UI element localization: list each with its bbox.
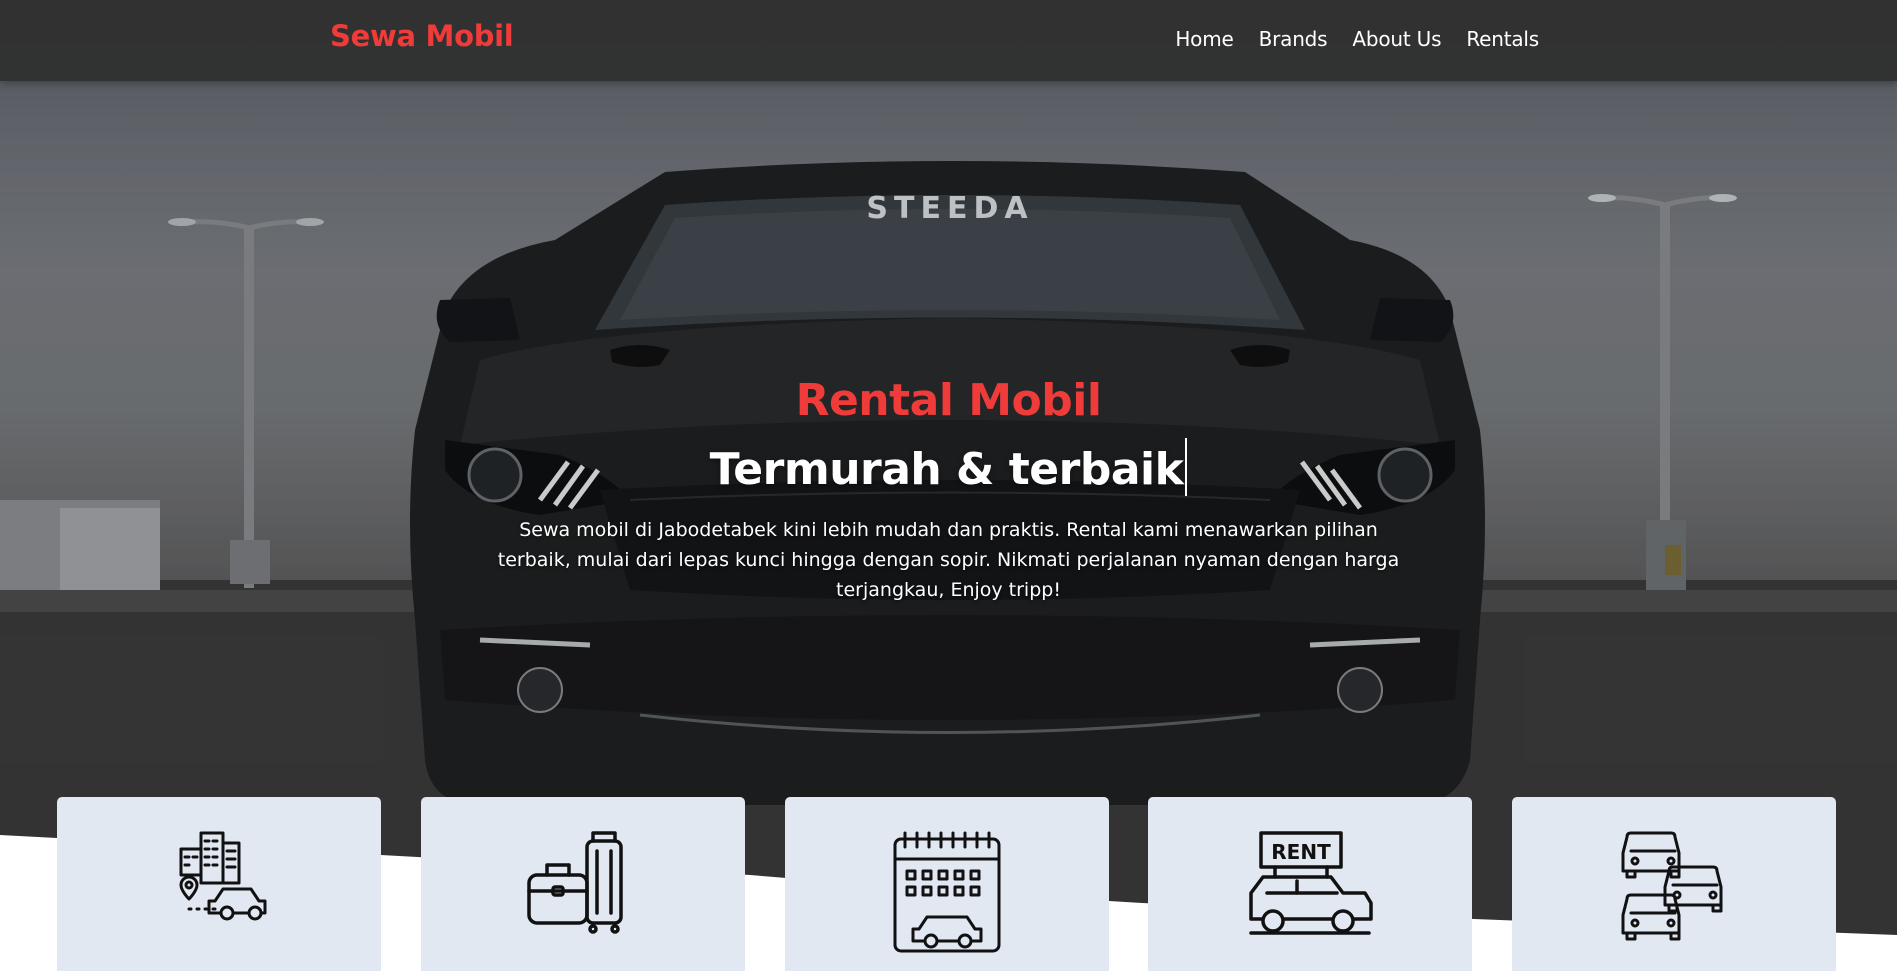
luggage-icon (527, 831, 623, 934)
nav-link-home[interactable]: Home (1175, 27, 1233, 51)
hero-title: Rental Mobil (795, 375, 1102, 426)
city-car-location-icon (179, 831, 267, 921)
nav-item: Rentals (1466, 27, 1539, 51)
nav-item: Brands (1259, 27, 1328, 51)
hero-subtitle: Termurah & terbaik (710, 438, 1188, 498)
nav-item: About Us (1352, 27, 1441, 51)
hero-content: Rental Mobil Termurah & terbaik Sewa mob… (0, 373, 1897, 605)
calendar-car-icon (893, 831, 1001, 953)
navbar: Sewa Mobil Home Brands About Us Rentals (0, 0, 1897, 81)
typing-cursor (1185, 438, 1188, 496)
hero-description: Sewa mobil di Jabodetabek kini lebih mud… (497, 519, 1400, 601)
nav-menu: Home Brands About Us Rentals (1175, 27, 1539, 51)
service-card[interactable] (421, 797, 745, 971)
service-card[interactable]: RENT (1148, 797, 1472, 971)
service-cards: RENT (57, 797, 1837, 971)
brand-logo[interactable]: Sewa Mobil (330, 19, 514, 53)
nav-link-about-us[interactable]: About Us (1352, 27, 1441, 51)
nav-item: Home (1175, 27, 1233, 51)
service-card[interactable] (1512, 797, 1836, 971)
nav-link-rentals[interactable]: Rentals (1466, 27, 1539, 51)
rent-car-icon: RENT (1249, 831, 1373, 935)
service-card[interactable] (57, 797, 381, 971)
service-card[interactable] (785, 797, 1109, 971)
nav-link-brands[interactable]: Brands (1259, 27, 1328, 51)
multiple-cars-icon (1621, 831, 1723, 941)
rent-sign-text: RENT (1271, 840, 1331, 864)
hero-typed-text: Termurah & terbaik (709, 444, 1184, 495)
